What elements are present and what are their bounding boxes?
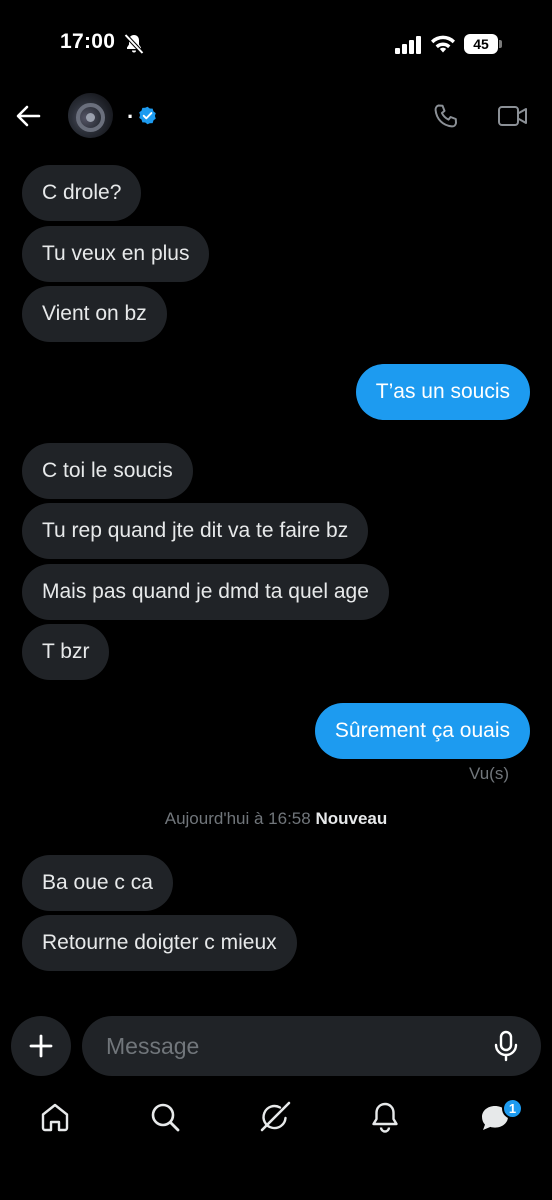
message-input[interactable] bbox=[82, 1016, 541, 1076]
message-received[interactable]: Vient on bz bbox=[22, 286, 167, 342]
seen-receipt: Vu(s) bbox=[469, 764, 509, 783]
message-received[interactable]: Mais pas quand je dmd ta quel age bbox=[22, 564, 389, 620]
message-received[interactable]: C toi le soucis bbox=[22, 443, 193, 499]
message-sent[interactable]: T’as un soucis bbox=[355, 364, 530, 420]
avatar[interactable] bbox=[68, 93, 113, 138]
verified-badge-icon bbox=[139, 106, 156, 125]
message-received[interactable]: Tu veux en plus bbox=[22, 226, 210, 282]
message-received[interactable]: Ba oue c ca bbox=[22, 855, 173, 911]
messages-badge: 1 bbox=[502, 1098, 523, 1119]
message-received[interactable]: Tu rep quand jte dit va te faire bz bbox=[22, 503, 369, 559]
cellular-signal-icon bbox=[395, 36, 421, 54]
plus-icon bbox=[29, 1034, 53, 1058]
date-divider: Aujourd'hui à 16:58 Nouveau bbox=[0, 809, 552, 829]
wifi-icon bbox=[431, 35, 455, 53]
notifications-icon[interactable] bbox=[368, 1100, 402, 1134]
video-camera-icon[interactable] bbox=[497, 102, 529, 130]
message-received[interactable]: C drole? bbox=[22, 165, 142, 221]
home-icon[interactable] bbox=[38, 1100, 72, 1134]
bottom-navigation: 1 bbox=[0, 1088, 552, 1154]
divider-timestamp: Aujourd'hui à 16:58 bbox=[164, 809, 311, 828]
bell-slash-icon bbox=[124, 33, 144, 55]
attach-button[interactable] bbox=[11, 1016, 71, 1076]
microphone-icon[interactable] bbox=[492, 1030, 520, 1062]
new-messages-label: Nouveau bbox=[315, 809, 388, 828]
battery-icon: 45 bbox=[464, 34, 502, 54]
conversation-header: . bbox=[0, 90, 552, 142]
phone-icon[interactable] bbox=[432, 102, 460, 130]
message-sent[interactable]: Sûrement ça ouais bbox=[314, 703, 530, 759]
status-time: 17:00 bbox=[60, 30, 116, 53]
grok-icon[interactable] bbox=[258, 1100, 292, 1134]
message-received[interactable]: T bzr bbox=[22, 624, 110, 680]
contact-name[interactable]: . bbox=[127, 98, 133, 124]
battery-level: 45 bbox=[473, 36, 489, 52]
message-received[interactable]: Retourne doigter c mieux bbox=[22, 915, 297, 971]
search-icon[interactable] bbox=[148, 1100, 182, 1134]
back-arrow-icon[interactable] bbox=[14, 102, 42, 130]
status-bar: 17:00 45 bbox=[0, 0, 552, 90]
